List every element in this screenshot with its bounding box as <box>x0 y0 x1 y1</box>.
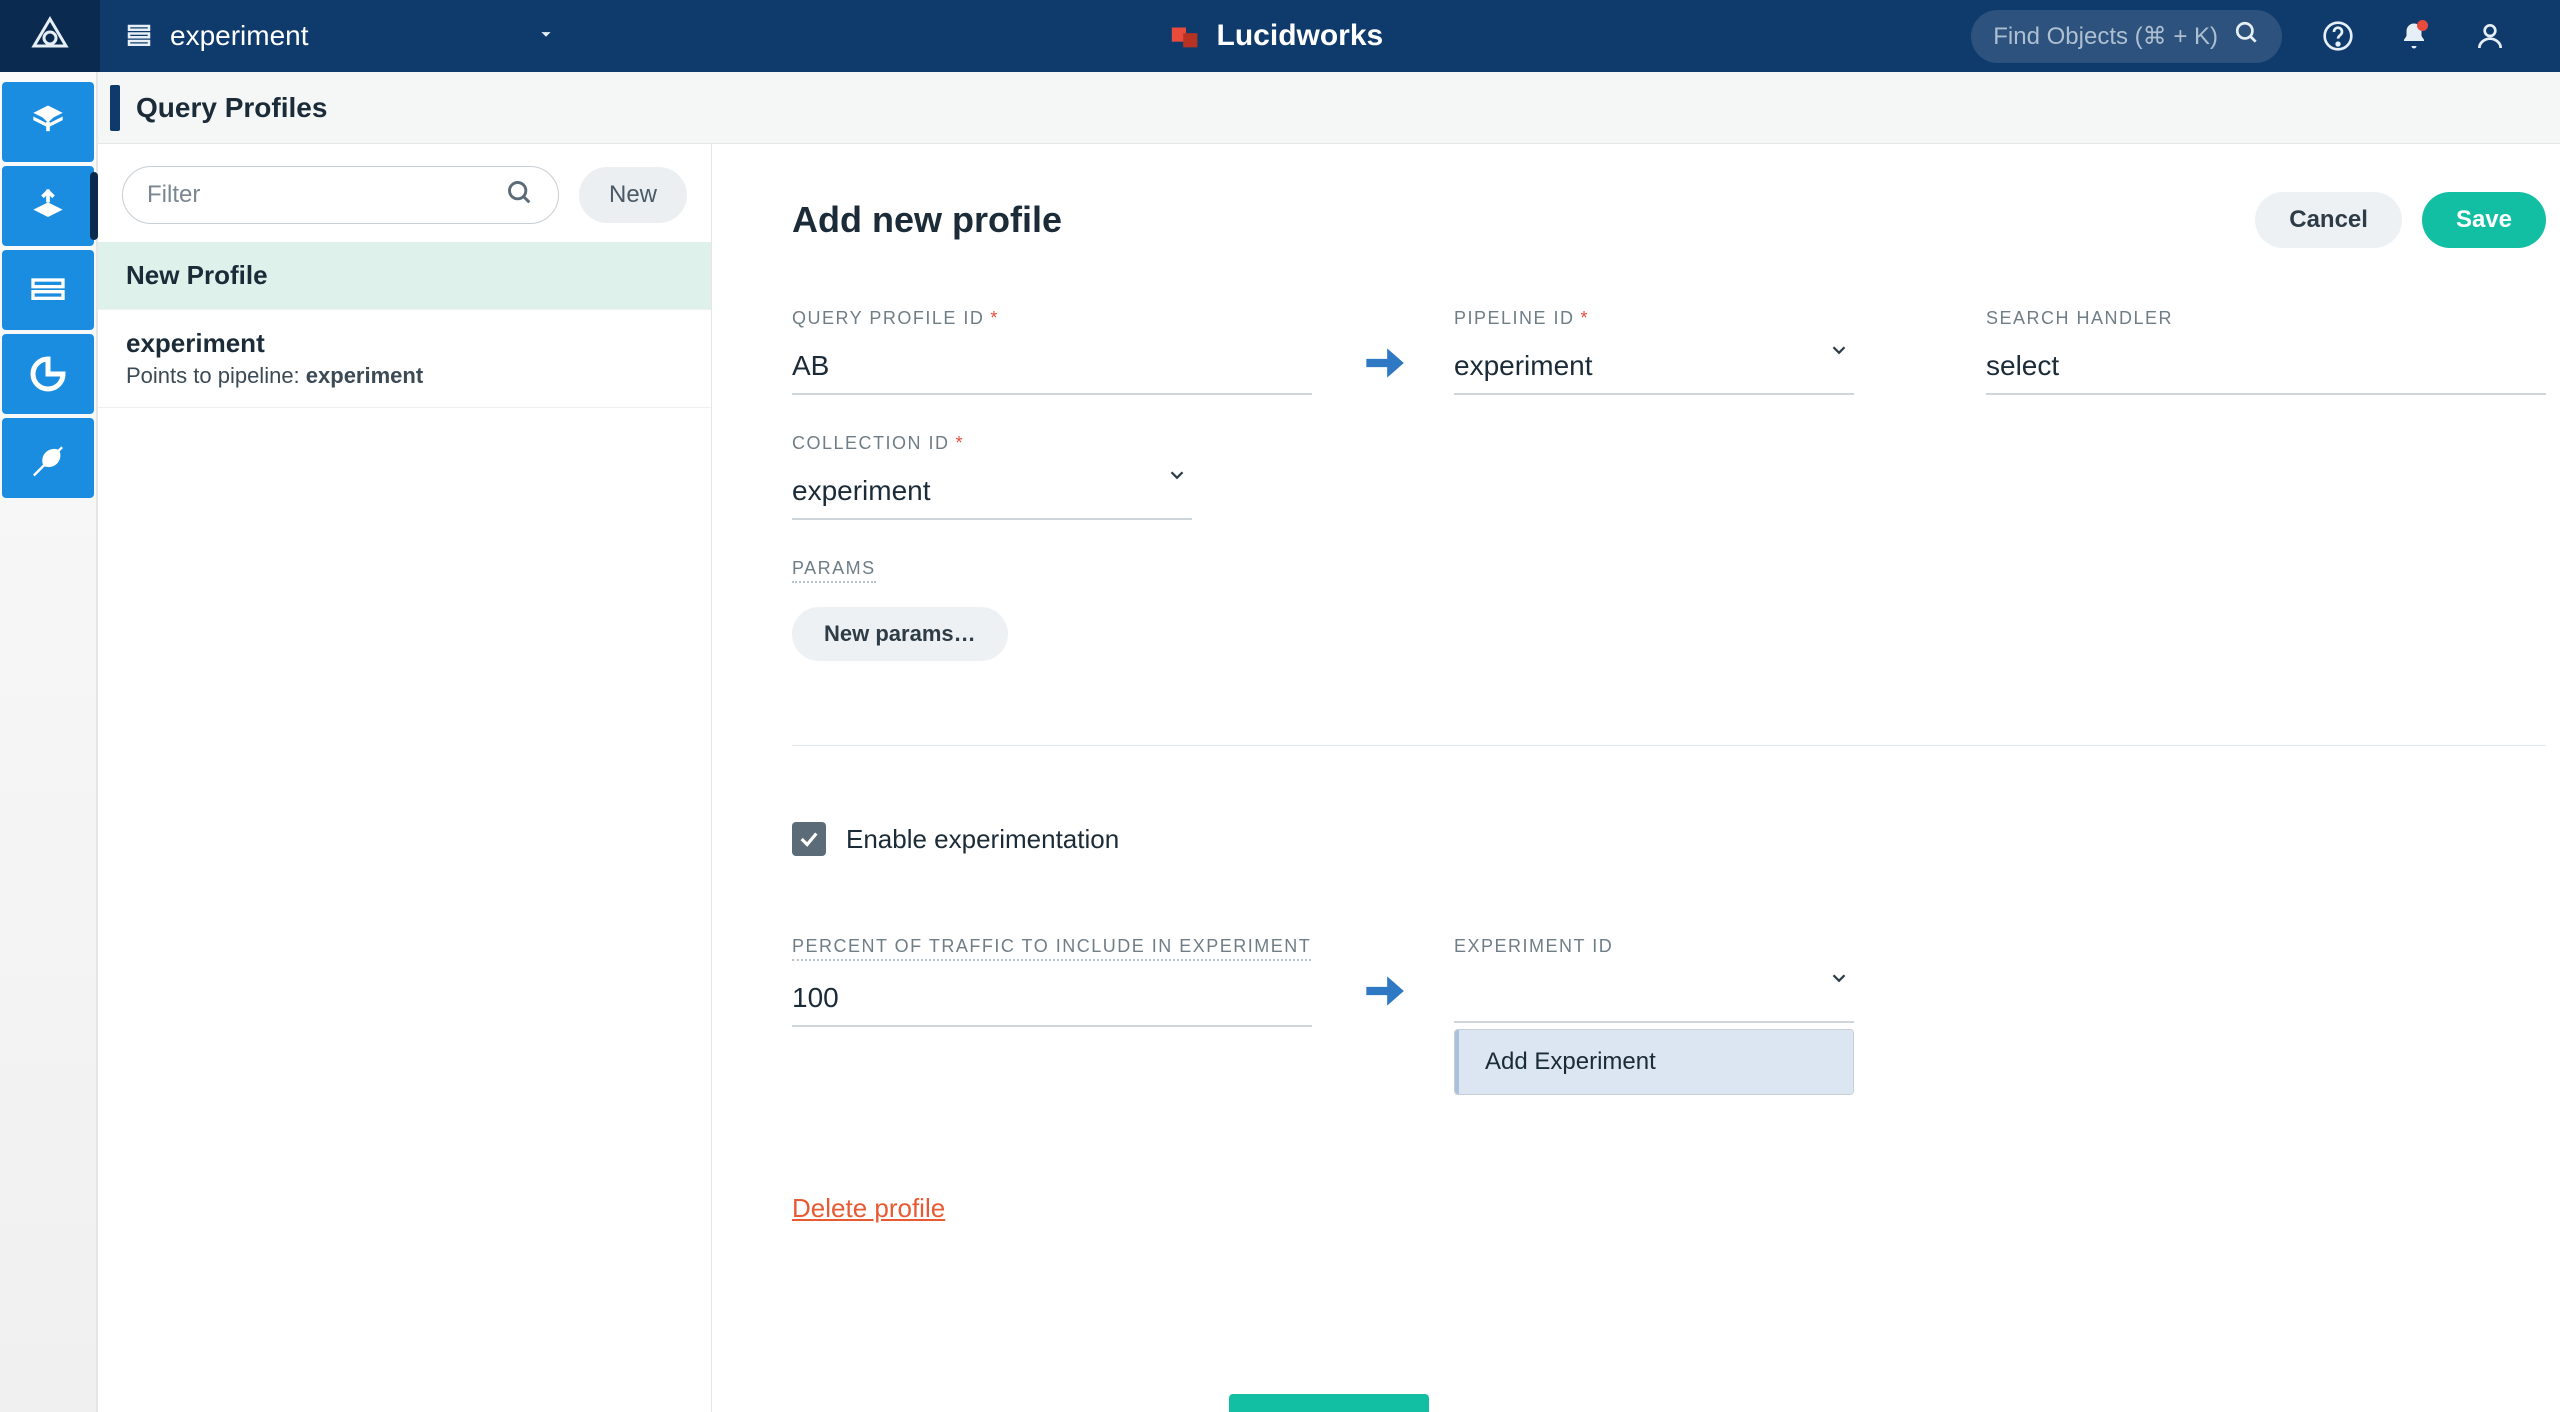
list-item[interactable]: New Profile <box>98 242 711 310</box>
filter-input[interactable] <box>147 181 506 209</box>
list-item[interactable]: experiment Points to pipeline: experimen… <box>98 310 711 408</box>
pipeline-id-select[interactable]: experiment <box>1454 339 1854 395</box>
params-label: PARAMS <box>792 558 876 583</box>
new-profile-button[interactable]: New <box>579 167 687 223</box>
list-item-sublabel: Points to pipeline: experiment <box>126 363 683 389</box>
rail-system-icon[interactable] <box>2 418 94 498</box>
form-title: Add new profile <box>792 199 1062 241</box>
enable-experimentation-checkbox[interactable] <box>792 822 826 856</box>
form-area: Add new profile Cancel Save QUERY PROFIL… <box>712 144 2560 1412</box>
percent-traffic-input[interactable] <box>792 982 1312 1014</box>
add-experiment-option[interactable]: Add Experiment <box>1455 1030 1853 1094</box>
lucidworks-logo: Lucidworks <box>1169 19 1384 53</box>
help-icon[interactable] <box>2318 16 2358 56</box>
collection-id-select[interactable]: experiment <box>792 464 1192 520</box>
find-objects-label: Find Objects (⌘ + K) <box>1993 22 2218 51</box>
profiles-sidebar: New New Profile experiment Points to pip… <box>98 144 712 1412</box>
lucidworks-mark-icon <box>1169 19 1203 53</box>
field-label: SEARCH HANDLER <box>1986 308 2546 329</box>
fusion-logo-icon <box>30 16 70 56</box>
arrow-right-icon <box>1358 966 1408 1021</box>
chevron-down-icon <box>535 23 557 50</box>
field-label: COLLECTION ID* <box>792 433 1192 454</box>
filter-input-wrap[interactable] <box>122 166 559 224</box>
search-icon <box>506 179 534 212</box>
user-profile-icon[interactable] <box>2470 16 2510 56</box>
collection-name: experiment <box>170 20 309 52</box>
left-rail <box>0 72 97 1412</box>
section-divider <box>792 745 2546 746</box>
chevron-down-icon <box>1828 964 1850 996</box>
find-objects-button[interactable]: Find Objects (⌘ + K) <box>1971 10 2282 63</box>
list-item-label: experiment <box>126 328 683 359</box>
new-params-button[interactable]: New params… <box>792 607 1008 661</box>
brand-logo-badge[interactable] <box>0 0 100 72</box>
delete-profile-link[interactable]: Delete profile <box>792 1193 2546 1224</box>
header-right: Find Objects (⌘ + K) <box>1971 10 2560 63</box>
rail-analytics-icon[interactable] <box>2 334 94 414</box>
list-item-label: New Profile <box>126 260 683 291</box>
field-label: QUERY PROFILE ID* <box>792 308 1312 329</box>
field-label: EXPERIMENT ID <box>1454 936 1854 957</box>
arrow-right-icon <box>1358 338 1408 393</box>
field-label: PERCENT OF TRAFFIC TO INCLUDE IN EXPERIM… <box>792 936 1311 961</box>
cancel-button[interactable]: Cancel <box>2255 192 2402 248</box>
header-center: Lucidworks <box>581 19 1972 53</box>
search-icon <box>2234 20 2260 53</box>
bottom-accent-strip <box>1229 1394 1429 1412</box>
lucidworks-wordmark: Lucidworks <box>1217 19 1384 53</box>
panel-accent-bar <box>110 85 120 131</box>
save-button[interactable]: Save <box>2422 192 2546 248</box>
experiment-dropdown-menu: Add Experiment <box>1454 1029 1854 1095</box>
panel-header: Query Profiles <box>98 72 2560 144</box>
panel-title: Query Profiles <box>136 92 327 124</box>
chevron-down-icon <box>1166 461 1188 493</box>
collection-switcher[interactable]: experiment <box>100 0 581 72</box>
experiment-id-select[interactable] <box>1454 967 1854 1023</box>
query-profile-id-input[interactable] <box>792 350 1312 382</box>
rail-indexing-icon[interactable] <box>2 82 94 162</box>
field-label: PIPELINE ID* <box>1454 308 1854 329</box>
checkbox-label: Enable experimentation <box>846 824 1119 855</box>
search-handler-input[interactable] <box>1986 350 2546 382</box>
rail-querying-icon[interactable] <box>2 166 94 246</box>
notification-dot-icon <box>2417 20 2428 31</box>
collection-stack-icon <box>124 21 154 51</box>
rail-relevance-icon[interactable] <box>2 250 94 330</box>
top-header: experiment Lucidworks Find Objects (⌘ + … <box>0 0 2560 72</box>
chevron-down-icon <box>1828 336 1850 368</box>
notifications-icon[interactable] <box>2394 16 2434 56</box>
